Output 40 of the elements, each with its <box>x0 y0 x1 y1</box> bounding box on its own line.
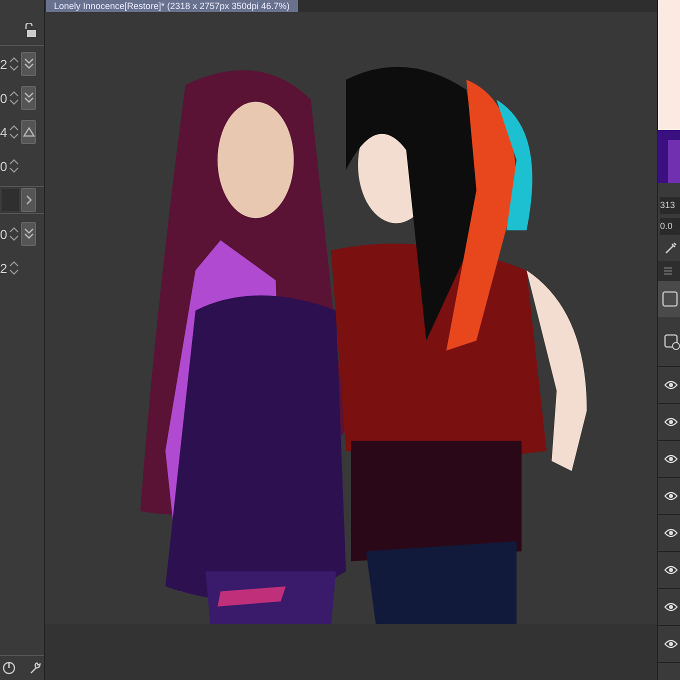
value-text: 0 <box>0 92 8 104</box>
spinner-icon[interactable] <box>9 158 20 174</box>
eye-icon[interactable] <box>664 639 678 649</box>
value-text: 4 <box>0 126 8 138</box>
wrench-icon[interactable] <box>28 661 42 675</box>
power-icon[interactable] <box>2 661 16 675</box>
toggle-button[interactable] <box>21 52 36 76</box>
eye-icon[interactable] <box>664 491 678 501</box>
spinner-icon[interactable] <box>9 226 20 242</box>
eye-icon[interactable] <box>664 565 678 575</box>
eye-icon[interactable] <box>664 417 678 427</box>
value-text: 2 <box>0 262 8 274</box>
eye-icon[interactable] <box>664 454 678 464</box>
menu-icon[interactable] <box>664 267 672 275</box>
square-icon[interactable] <box>662 291 678 307</box>
double-check-icon <box>22 91 35 105</box>
toggle-button[interactable] <box>21 222 36 246</box>
spinner-icon[interactable] <box>9 56 20 72</box>
number-field[interactable]: 0.0 <box>660 218 680 235</box>
toggle-button[interactable] <box>21 120 36 144</box>
unlock-icon[interactable] <box>24 23 36 37</box>
spinner-icon[interactable] <box>9 124 20 140</box>
eyedropper-icon[interactable] <box>664 241 678 255</box>
double-check-icon <box>22 57 35 71</box>
spinner-icon[interactable] <box>9 90 20 106</box>
triangle-icon <box>22 126 35 138</box>
eye-icon[interactable] <box>664 380 678 390</box>
document-tab[interactable]: Lonely Innocence[Restore]* (2318 x 2757px 350dpi 46.7%) <box>46 0 298 12</box>
value-text: 0 <box>0 228 8 240</box>
eye-icon[interactable] <box>664 528 678 538</box>
number-field[interactable]: 313 <box>660 197 680 214</box>
double-check-icon <box>22 227 35 241</box>
toggle-button[interactable] <box>21 188 36 212</box>
new-layer-icon[interactable] <box>664 334 680 350</box>
value-text: 2 <box>0 58 8 70</box>
value-text: 0 <box>0 160 8 172</box>
chevron-right-icon <box>24 194 34 206</box>
toggle-button[interactable] <box>21 86 36 110</box>
spinner-icon[interactable] <box>9 260 20 276</box>
eye-icon[interactable] <box>664 602 678 612</box>
